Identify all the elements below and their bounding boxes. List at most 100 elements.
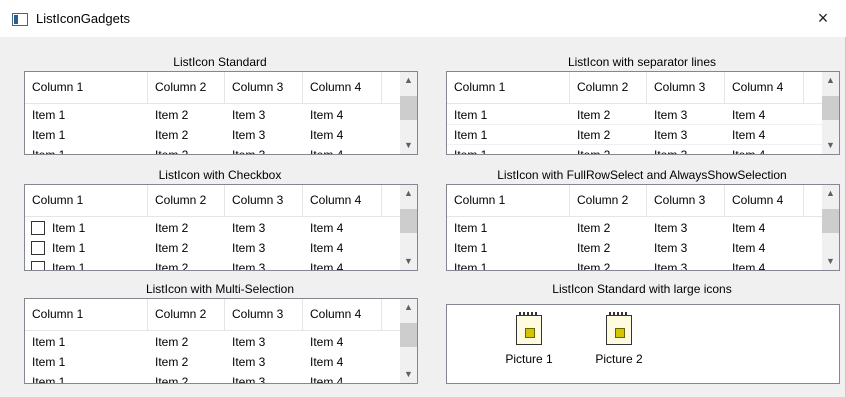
list-row[interactable]: Item 1 Item 2 Item 3 Item 4 bbox=[447, 218, 839, 238]
column-header-cell[interactable]: Column 4 bbox=[303, 299, 382, 330]
scroll-thumb[interactable] bbox=[400, 96, 417, 120]
list-row[interactable]: Item 1 Item 2 Item 3 Item 4 bbox=[25, 238, 417, 258]
list-row[interactable]: Item 1 Item 2 Item 3 Item 4 bbox=[447, 238, 839, 258]
listicon-fullrow[interactable]: Column 1 Column 2 Column 3 Column 4 Item 1 It… bbox=[446, 184, 840, 271]
column-header-cell[interactable]: Column 4 bbox=[303, 72, 382, 103]
list-row[interactable]: Item 1 Item 2 Item 3 Item 4 bbox=[447, 258, 839, 271]
list-row[interactable]: Item 1 Item 2 Item 3 Item 4 bbox=[447, 145, 839, 155]
column-header-cell[interactable]: Column 4 bbox=[303, 185, 382, 216]
gadget-title-checkbox: ListIcon with Checkbox bbox=[158, 168, 282, 182]
close-button[interactable]: × bbox=[800, 0, 846, 37]
gadget-title-largeicons: ListIcon Standard with large icons bbox=[552, 282, 732, 296]
listicon-checkbox[interactable]: Column 1 Column 2 Column 3 Column 4 Item 1 It… bbox=[24, 184, 418, 271]
list-cell: Item 4 bbox=[310, 335, 344, 349]
listicon-largeicons[interactable]: Picture 1 Picture 2 bbox=[446, 304, 840, 384]
listicon-multi[interactable]: Column 1 Column 2 Column 3 Column 4 Item 1 It… bbox=[24, 298, 418, 384]
list-cell: Item 1 bbox=[32, 148, 66, 155]
scroll-down-button[interactable]: ▼ bbox=[822, 137, 839, 154]
vertical-scrollbar[interactable]: ▲ ▼ bbox=[400, 72, 417, 154]
scroll-down-button[interactable]: ▼ bbox=[400, 253, 417, 270]
list-row[interactable]: Item 1 Item 2 Item 3 Item 4 bbox=[447, 105, 839, 125]
list-cell: Item 1 bbox=[454, 241, 488, 255]
list-cell: Item 4 bbox=[732, 221, 766, 235]
list-cell: Item 3 bbox=[654, 148, 688, 155]
list-cell: Item 3 bbox=[232, 241, 266, 255]
scroll-thumb[interactable] bbox=[822, 209, 839, 233]
list-cell: Item 2 bbox=[577, 108, 611, 122]
column-header-cell[interactable]: Column 4 bbox=[725, 185, 804, 216]
list-cell: Item 4 bbox=[310, 148, 344, 155]
list-row[interactable]: Item 1 Item 2 Item 3 Item 4 bbox=[25, 258, 417, 271]
list-cell: Item 3 bbox=[654, 128, 688, 142]
column-header-cell[interactable]: Column 3 bbox=[225, 185, 303, 216]
row-checkbox[interactable] bbox=[31, 261, 45, 270]
list-row[interactable]: Item 1 Item 2 Item 3 Item 4 bbox=[25, 372, 417, 384]
app-window-icon bbox=[12, 13, 28, 26]
list-cell: Item 3 bbox=[232, 108, 266, 122]
list-cell: Item 4 bbox=[310, 375, 344, 384]
scroll-down-button[interactable]: ▼ bbox=[400, 137, 417, 154]
column-header-cell[interactable]: Column 2 bbox=[148, 72, 225, 103]
list-cell: Item 4 bbox=[310, 108, 344, 122]
title-bar: ListIconGadgets × bbox=[0, 0, 846, 37]
column-header-cell[interactable]: Column 3 bbox=[225, 299, 303, 330]
column-header-cell[interactable]: Column 1 bbox=[25, 299, 148, 330]
list-cell: Item 3 bbox=[654, 261, 688, 271]
vertical-scrollbar[interactable]: ▲ ▼ bbox=[822, 72, 839, 154]
scroll-up-button[interactable]: ▲ bbox=[822, 72, 839, 89]
vertical-scrollbar[interactable]: ▲ ▼ bbox=[822, 185, 839, 270]
column-header-cell[interactable]: Column 1 bbox=[447, 72, 570, 103]
list-row[interactable]: Item 1 Item 2 Item 3 Item 4 bbox=[447, 125, 839, 145]
list-cell: Item 2 bbox=[577, 241, 611, 255]
list-cell: Item 1 bbox=[454, 148, 488, 155]
scroll-up-button[interactable]: ▲ bbox=[822, 185, 839, 202]
column-header-cell[interactable]: Column 2 bbox=[570, 185, 647, 216]
list-cell: Item 3 bbox=[232, 355, 266, 369]
large-icon-item[interactable]: Picture 1 bbox=[484, 312, 574, 366]
scroll-down-button[interactable]: ▼ bbox=[822, 253, 839, 270]
list-cell: Item 2 bbox=[155, 375, 189, 384]
list-cell: Item 4 bbox=[310, 261, 344, 271]
scroll-thumb[interactable] bbox=[822, 96, 839, 120]
column-header-cell[interactable]: Column 1 bbox=[25, 185, 148, 216]
list-cell: Item 2 bbox=[577, 221, 611, 235]
column-header-cell[interactable]: Column 2 bbox=[148, 299, 225, 330]
listicon-separator[interactable]: Column 1 Column 2 Column 3 Column 4 Item 1 It… bbox=[446, 71, 840, 155]
column-header-cell[interactable]: Column 3 bbox=[647, 185, 725, 216]
vertical-scrollbar[interactable]: ▲ ▼ bbox=[400, 299, 417, 383]
list-cell: Item 1 bbox=[52, 221, 86, 235]
scroll-up-button[interactable]: ▲ bbox=[400, 185, 417, 202]
list-cell: Item 4 bbox=[310, 221, 344, 235]
notepad-icon bbox=[516, 312, 542, 345]
scroll-up-button[interactable]: ▲ bbox=[400, 299, 417, 316]
column-header-cell[interactable]: Column 3 bbox=[225, 72, 303, 103]
scroll-up-button[interactable]: ▲ bbox=[400, 72, 417, 89]
list-row[interactable]: Item 1 Item 2 Item 3 Item 4 bbox=[25, 105, 417, 125]
scroll-thumb[interactable] bbox=[400, 209, 417, 233]
row-checkbox[interactable] bbox=[31, 221, 45, 235]
list-cell: Item 2 bbox=[155, 108, 189, 122]
list-row[interactable]: Item 1 Item 2 Item 3 Item 4 bbox=[25, 352, 417, 372]
list-row[interactable]: Item 1 Item 2 Item 3 Item 4 bbox=[25, 218, 417, 238]
column-header-cell[interactable]: Column 2 bbox=[570, 72, 647, 103]
scroll-thumb[interactable] bbox=[400, 323, 417, 347]
column-header-cell[interactable]: Column 2 bbox=[148, 185, 225, 216]
list-row[interactable]: Item 1 Item 2 Item 3 Item 4 bbox=[25, 145, 417, 155]
scroll-down-button[interactable]: ▼ bbox=[400, 366, 417, 383]
list-row[interactable]: Item 1 Item 2 Item 3 Item 4 bbox=[25, 125, 417, 145]
column-header-cell[interactable]: Column 3 bbox=[647, 72, 725, 103]
list-cell: Item 4 bbox=[310, 128, 344, 142]
list-cell: Item 4 bbox=[732, 148, 766, 155]
list-cell: Item 4 bbox=[310, 355, 344, 369]
list-cell: Item 1 bbox=[454, 128, 488, 142]
list-row[interactable]: Item 1 Item 2 Item 3 Item 4 bbox=[25, 332, 417, 352]
list-cell: Item 4 bbox=[310, 241, 344, 255]
row-checkbox[interactable] bbox=[31, 241, 45, 255]
window-title: ListIconGadgets bbox=[36, 11, 130, 26]
large-icon-item[interactable]: Picture 2 bbox=[574, 312, 664, 366]
vertical-scrollbar[interactable]: ▲ ▼ bbox=[400, 185, 417, 270]
column-header-cell[interactable]: Column 4 bbox=[725, 72, 804, 103]
column-header-cell[interactable]: Column 1 bbox=[447, 185, 570, 216]
column-header-cell[interactable]: Column 1 bbox=[25, 72, 148, 103]
listicon-standard[interactable]: Column 1 Column 2 Column 3 Column 4 Item 1 It… bbox=[24, 71, 418, 155]
